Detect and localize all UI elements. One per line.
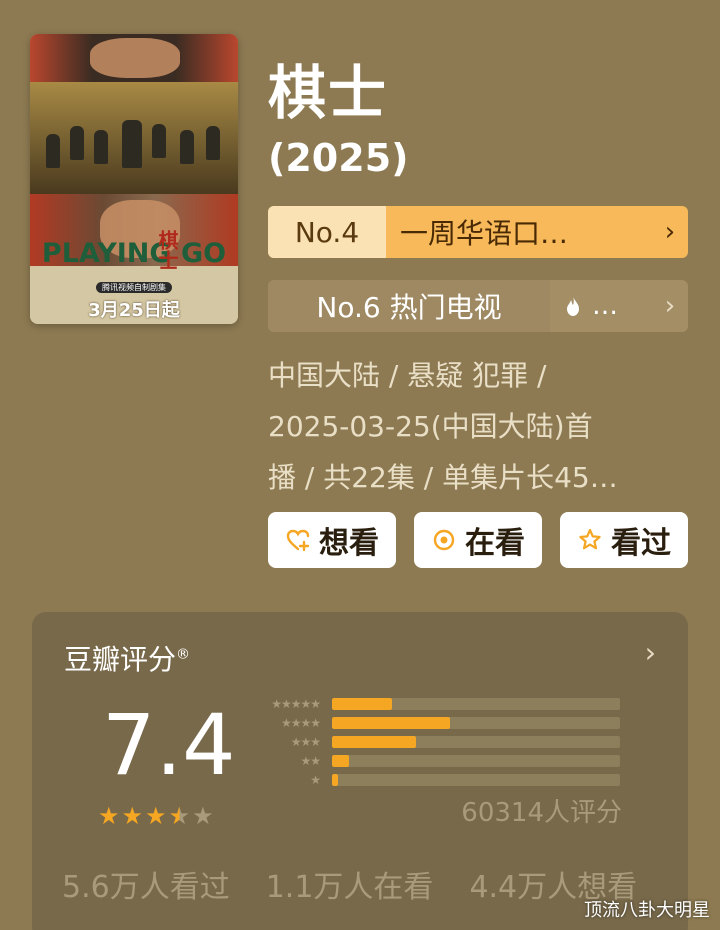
rank-extra: … — [550, 291, 652, 321]
fire-icon — [567, 296, 579, 316]
rank-number: No.6 热门电视 — [268, 280, 550, 332]
rating-bar-row: ★★★★★ — [248, 694, 620, 713]
star-icon: ★ — [121, 802, 144, 830]
want-to-watch-label: 想看 — [319, 526, 379, 561]
page-title: 棋士 — [268, 59, 389, 127]
registered-mark: ® — [176, 646, 191, 663]
poster-figure — [70, 126, 84, 160]
rating-source-text: 豆瓣评分 — [64, 643, 177, 676]
rating-bar-row: ★★★ — [248, 732, 620, 751]
watching-button[interactable]: 在看 — [414, 512, 542, 568]
rating-bar-row: ★★ — [248, 751, 620, 770]
target-icon — [431, 527, 457, 553]
watched-button[interactable]: 看过 — [560, 512, 688, 568]
star-icon: ★ — [192, 802, 214, 830]
poster-figure — [94, 130, 108, 164]
rating-bar-track — [332, 716, 620, 729]
star-outline-icon — [577, 527, 603, 553]
rank-extra-text: … — [592, 291, 618, 321]
rating-bar-row: ★ — [248, 770, 620, 789]
poster-title-cn: 棋士 — [155, 230, 179, 270]
poster-title-en: PLAYING GO — [41, 238, 227, 269]
rating-bar-fill — [332, 754, 350, 767]
want-to-watch-button[interactable]: 想看 — [268, 512, 396, 568]
poster-figure — [180, 130, 194, 164]
rating-source-label: 豆瓣评分® — [64, 638, 190, 678]
rank-number: No.4 — [268, 206, 386, 258]
watermark: 顶流八卦大明星 — [584, 900, 710, 921]
star-icon: ★ — [98, 802, 120, 830]
audience-stats: 5.6万人看过 1.1万人在看 4.4万人想看 — [62, 862, 662, 906]
poster-subtitle-text: 腾讯视频自制剧集 — [96, 282, 172, 293]
rating-bar-fill — [332, 716, 451, 729]
rating-bar-stars: ★★★ — [290, 734, 321, 749]
poster-figure — [122, 120, 142, 168]
rating-bar-stars: ★★★★★ — [271, 696, 321, 711]
poster-figure — [206, 126, 220, 160]
rating-score: 7.4 — [102, 696, 236, 794]
chevron-right-icon[interactable]: › — [645, 636, 656, 669]
rating-bar-fill — [332, 697, 393, 710]
rating-bar-stars: ★★ — [300, 753, 321, 768]
chevron-right-icon: › — [664, 217, 676, 247]
poster-subtitle: 腾讯视频自制剧集 — [30, 282, 238, 293]
rating-bar-track — [332, 735, 620, 748]
watching-label: 在看 — [465, 526, 525, 561]
movie-meta: 中国大陆 / 悬疑 犯罪 / 2025-03-25(中国大陆)首 播 / 共22… — [268, 350, 688, 503]
meta-line[interactable]: 播 / 共22集 / 单集片长45… — [268, 452, 688, 503]
watched-label: 看过 — [611, 526, 671, 561]
meta-line: 中国大陆 / 悬疑 犯罪 / — [268, 359, 547, 392]
poster-image[interactable]: PLAYING GO 棋士 腾讯视频自制剧集 3月25日起 — [30, 34, 238, 324]
rating-count: 60314人评分 — [461, 798, 622, 828]
chevron-right-icon: › — [664, 291, 676, 321]
rating-stars: ★ ★ ★ ★ ★ — [98, 804, 214, 828]
rank-badge-hot-tv[interactable]: No.6 热门电视 … › — [268, 280, 688, 332]
rating-bar-fill — [332, 735, 416, 748]
star-icon: ★ — [168, 802, 191, 830]
poster-premiere: 3月25日起 — [88, 300, 180, 321]
rating-bar-stars: ★ — [310, 772, 321, 787]
poster-figure — [152, 124, 166, 158]
rank-list-name: 一周华语口… — [400, 217, 569, 250]
rating-bar-stars: ★★★★ — [280, 715, 321, 730]
poster-face-top — [90, 38, 180, 78]
rating-bar-track — [332, 754, 620, 767]
rating-bar-track — [332, 773, 620, 786]
heart-plus-icon — [285, 527, 311, 553]
poster-figure — [46, 134, 60, 168]
rating-bar-row: ★★★★ — [248, 713, 620, 732]
meta-line: 2025-03-25(中国大陆)首 — [268, 410, 593, 443]
rating-distribution: ★★★★★ ★★★★ ★★★ ★★ ★ — [248, 694, 620, 789]
rating-bar-track — [332, 697, 620, 710]
release-year: (2025) — [268, 136, 409, 180]
rating-bar-fill — [332, 773, 338, 786]
star-icon: ★ — [145, 802, 167, 830]
action-bar: 想看 在看 看过 — [268, 512, 688, 568]
rank-badge-weekly[interactable]: No.4 一周华语口… › — [268, 206, 688, 258]
rating-card[interactable]: 豆瓣评分® › 7.4 ★ ★ ★ ★ ★ ★★★★★ ★★★★ ★★★ ★★ ★ 60314人… — [32, 612, 688, 930]
watched-count: 5.6万人看过 — [62, 870, 230, 905]
watching-count: 1.1万人在看 — [265, 870, 434, 905]
